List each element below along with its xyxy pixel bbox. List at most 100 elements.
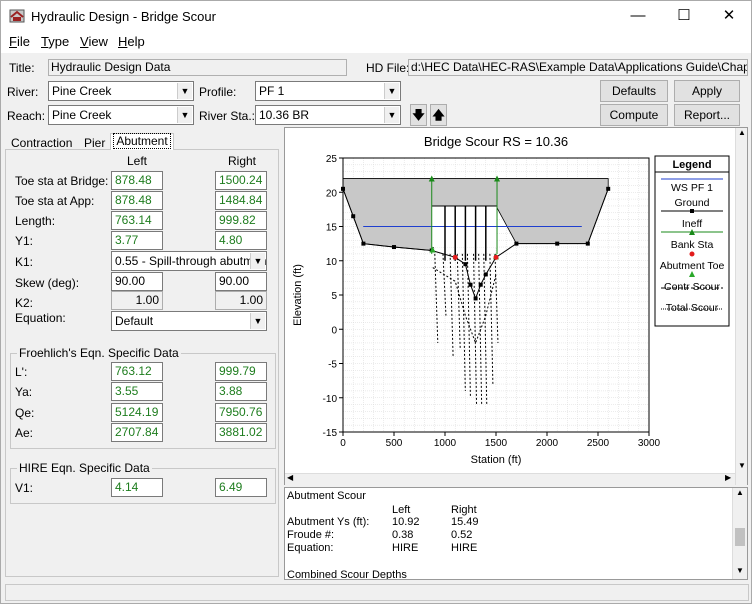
- ground-point: [468, 282, 473, 287]
- scroll-left-icon[interactable]: ◀: [287, 473, 293, 482]
- y-tick-label: 25: [326, 154, 338, 165]
- profile-select[interactable]: PF 1 ▼: [255, 81, 401, 101]
- output-row-label: Equation:: [287, 542, 334, 554]
- length-left-input[interactable]: 763.14: [111, 211, 163, 230]
- compute-button[interactable]: Compute: [600, 104, 668, 126]
- ae-left-input[interactable]: 2707.84: [111, 423, 163, 442]
- col-right-header: Right: [228, 154, 257, 168]
- scroll-down-icon[interactable]: ▼: [736, 566, 744, 575]
- scroll-up-icon[interactable]: ▲: [736, 488, 744, 497]
- ae-right-input[interactable]: 3881.02: [215, 423, 267, 442]
- legend-label: Bank Sta: [671, 239, 714, 251]
- output-vscrollbar[interactable]: ▲ ▼: [732, 488, 747, 579]
- bank-sta-marker: [493, 254, 499, 260]
- legend-ground-marker: [690, 209, 694, 213]
- y1-right-input[interactable]: 4.80: [215, 231, 267, 250]
- chevron-down-icon: ▼: [250, 253, 265, 269]
- ya-label: Ya:: [15, 385, 33, 399]
- legend-bank-marker: [689, 251, 695, 257]
- output-row-right: HIRE: [451, 542, 478, 554]
- skew-label: Skew (deg):: [15, 276, 80, 290]
- scroll-up-icon[interactable]: ▲: [738, 128, 746, 137]
- output-row-label: Abutment Ys (ft):: [287, 516, 370, 528]
- title-field[interactable]: Hydraulic Design Data: [48, 59, 347, 76]
- l-prime-left-input[interactable]: 763.12: [111, 362, 163, 381]
- chevron-down-icon: ▼: [384, 83, 399, 99]
- ya-left-input[interactable]: 3.55: [111, 382, 163, 401]
- k1-label: K1:: [15, 255, 34, 269]
- scroll-thumb[interactable]: [735, 528, 745, 546]
- scroll-right-icon[interactable]: ▶: [725, 473, 731, 482]
- chart-vscrollbar[interactable]: ▲ ▼: [735, 128, 747, 485]
- chevron-down-icon: ▼: [177, 83, 192, 99]
- river-label: River:: [7, 85, 39, 99]
- close-button[interactable]: ✕: [706, 1, 751, 31]
- up-arrow-button[interactable]: 🡅: [430, 104, 447, 126]
- total-scour-line: [449, 253, 454, 357]
- defaults-button[interactable]: Defaults: [600, 80, 668, 102]
- ground-point: [473, 296, 478, 301]
- chart-hscrollbar[interactable]: ◀ ▶: [285, 473, 735, 485]
- ground-point: [361, 241, 366, 246]
- output-panel: Abutment Scour Left Right Abutment Ys (f…: [284, 487, 748, 580]
- toe-sta-app-right-input[interactable]: 1484.84: [215, 191, 267, 210]
- maximize-button[interactable]: ☐: [661, 1, 707, 31]
- skew-left-input[interactable]: 90.00: [111, 272, 163, 291]
- menu-bar: File Type View Help: [1, 31, 751, 53]
- equation-select[interactable]: Default ▼: [111, 311, 267, 331]
- v1-left-input[interactable]: 4.14: [111, 478, 163, 497]
- toe-sta-bridge-right-input[interactable]: 1500.24: [215, 171, 267, 190]
- qe-right-input[interactable]: 7950.76: [215, 403, 267, 422]
- minimize-button[interactable]: —: [615, 1, 661, 31]
- reach-select[interactable]: Pine Creek ▼: [48, 105, 194, 125]
- status-bar: [5, 584, 749, 601]
- menu-type[interactable]: Type: [41, 34, 69, 49]
- output-section-title: Abutment Scour: [287, 490, 366, 502]
- length-right-input[interactable]: 999.82: [215, 211, 267, 230]
- l-prime-right-input[interactable]: 999.79: [215, 362, 267, 381]
- ae-label: Ae:: [15, 426, 34, 440]
- report-button[interactable]: Report...: [674, 104, 740, 126]
- equation-label: Equation:: [15, 311, 66, 325]
- scroll-down-icon[interactable]: ▼: [738, 461, 746, 470]
- ground-point: [585, 241, 590, 246]
- total-scour-line: [489, 253, 494, 385]
- hdfile-field[interactable]: d:\HEC Data\HEC-RAS\Example Data\Applica…: [408, 59, 748, 76]
- ya-right-input[interactable]: 3.88: [215, 382, 267, 401]
- y-tick-label: -15: [323, 428, 338, 439]
- ground-point: [392, 245, 396, 250]
- menu-file[interactable]: File: [9, 34, 30, 49]
- y-tick-label: -10: [323, 394, 338, 405]
- total-scour-line: [473, 253, 478, 405]
- v1-right-input[interactable]: 6.49: [215, 478, 267, 497]
- toe-sta-bridge-left-input[interactable]: 878.48: [111, 171, 163, 190]
- y1-left-input[interactable]: 3.77: [111, 231, 163, 250]
- apply-button[interactable]: Apply: [674, 80, 740, 102]
- down-arrow-button[interactable]: 🡇: [410, 104, 427, 126]
- length-label: Length:: [15, 214, 56, 228]
- qe-left-input[interactable]: 5124.19: [111, 403, 163, 422]
- menu-view[interactable]: View: [80, 34, 108, 49]
- k1-select[interactable]: 0.55 - Spill-through abutment ▼: [111, 251, 267, 271]
- k2-right-value: 1.00: [215, 291, 267, 310]
- toe-sta-app-left-input[interactable]: 878.48: [111, 191, 163, 210]
- legend-label: Ground: [674, 197, 709, 209]
- k2-label: K2:: [15, 296, 34, 310]
- chevron-down-icon: ▼: [177, 107, 192, 123]
- toe-sta-app-label: Toe sta at App:: [15, 194, 95, 208]
- legend-title: Legend: [672, 159, 711, 171]
- menu-help[interactable]: Help: [118, 34, 145, 49]
- tab-abutment[interactable]: Abutment: [110, 133, 174, 150]
- y-tick-label: -5: [328, 360, 337, 371]
- qe-label: Qe:: [15, 406, 35, 420]
- x-tick-label: 0: [340, 438, 346, 449]
- riversta-label: River Sta.:: [199, 109, 256, 123]
- skew-right-input[interactable]: 90.00: [215, 272, 267, 291]
- river-select[interactable]: Pine Creek ▼: [48, 81, 194, 101]
- app-window: Hydraulic Design - Bridge Scour — ☐ ✕ Fi…: [0, 0, 752, 604]
- v1-label: V1:: [15, 481, 34, 495]
- tab-pier[interactable]: Pier: [84, 136, 105, 150]
- riversta-select[interactable]: 10.36 BR ▼: [255, 105, 401, 125]
- tab-contraction[interactable]: Contraction: [11, 136, 72, 150]
- x-axis-label: Station (ft): [471, 454, 522, 466]
